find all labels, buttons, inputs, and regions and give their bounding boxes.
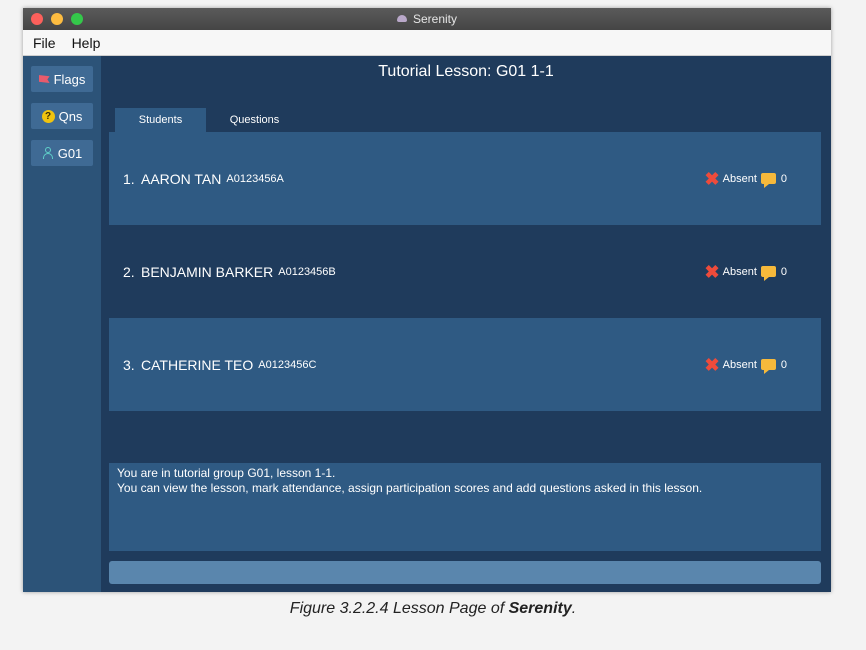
- sidebar-qns-label: Qns: [58, 108, 83, 124]
- tab-students[interactable]: Students: [115, 108, 206, 132]
- student-row[interactable]: 1. AARON TAN A0123456A ✖ Absent 0: [109, 132, 821, 225]
- caption-app-name: Serenity: [508, 600, 572, 617]
- attendance-label: Absent: [722, 265, 757, 278]
- student-id: A0123456C: [258, 358, 317, 371]
- student-row[interactable]: 2. BENJAMIN BARKER A0123456B ✖ Absent 0: [109, 225, 821, 318]
- window-title: Serenity: [23, 12, 831, 26]
- caption-prefix: Figure 3.2.2.4 Lesson Page of: [289, 600, 509, 617]
- attendance-status: ✖ Absent 0: [705, 263, 787, 281]
- student-name: BENJAMIN BARKER: [141, 263, 274, 280]
- participation-score: 0: [780, 265, 787, 278]
- app-window: Serenity File Help Flags ? Qns G01 Tutor…: [23, 8, 831, 592]
- attendance-label: Absent: [722, 358, 757, 371]
- student-id: A0123456A: [226, 172, 284, 185]
- sidebar-flags-button[interactable]: Flags: [31, 66, 93, 92]
- menu-bar: File Help: [23, 30, 831, 56]
- app-icon: [396, 15, 407, 22]
- attendance-status: ✖ Absent 0: [705, 170, 787, 188]
- main-panel: Tutorial Lesson: G01 1-1 Students Questi…: [101, 56, 831, 592]
- sidebar-flags-label: Flags: [53, 71, 86, 87]
- cross-icon[interactable]: ✖: [705, 263, 720, 281]
- comment-icon: [760, 173, 776, 188]
- student-number: 2.: [123, 263, 135, 280]
- sidebar-qns-button[interactable]: ? Qns: [31, 103, 93, 129]
- student-id: A0123456B: [278, 265, 336, 278]
- student-number: 3.: [123, 356, 135, 373]
- participation-score: 0: [780, 358, 787, 371]
- attendance-label: Absent: [722, 172, 757, 185]
- student-name: CATHERINE TEO: [141, 356, 254, 373]
- student-row[interactable]: 3. CATHERINE TEO A0123456C ✖ Absent 0: [109, 318, 821, 411]
- sidebar: Flags ? Qns G01: [23, 56, 101, 592]
- question-icon: ?: [41, 109, 55, 123]
- participation-score: 0: [780, 172, 787, 185]
- attendance-status: ✖ Absent 0: [705, 356, 787, 374]
- sidebar-g01-label: G01: [57, 145, 83, 161]
- caption-suffix: .: [571, 600, 577, 617]
- result-display: You are in tutorial group G01, lesson 1-…: [109, 463, 821, 551]
- comment-icon: [760, 266, 776, 281]
- figure-caption: Figure 3.2.2.4 Lesson Page of Serenity.: [0, 600, 866, 618]
- title-bar: Serenity: [23, 8, 831, 30]
- sidebar-g01-button[interactable]: G01: [31, 140, 93, 166]
- window-title-text: Serenity: [412, 12, 458, 26]
- flag-icon: [38, 75, 50, 83]
- menu-help[interactable]: Help: [72, 35, 101, 51]
- command-box[interactable]: [109, 561, 821, 584]
- person-icon: [42, 147, 54, 159]
- student-name: AARON TAN: [141, 170, 222, 187]
- result-line-1: You are in tutorial group G01, lesson 1-…: [117, 466, 336, 480]
- lesson-title: Tutorial Lesson: G01 1-1: [378, 63, 554, 80]
- menu-file[interactable]: File: [33, 35, 56, 51]
- cross-icon[interactable]: ✖: [705, 356, 720, 374]
- student-number: 1.: [123, 170, 135, 187]
- tab-questions[interactable]: Questions: [217, 108, 292, 132]
- comment-icon: [760, 359, 776, 374]
- cross-icon[interactable]: ✖: [705, 170, 720, 188]
- result-line-2: You can view the lesson, mark attendance…: [117, 481, 703, 495]
